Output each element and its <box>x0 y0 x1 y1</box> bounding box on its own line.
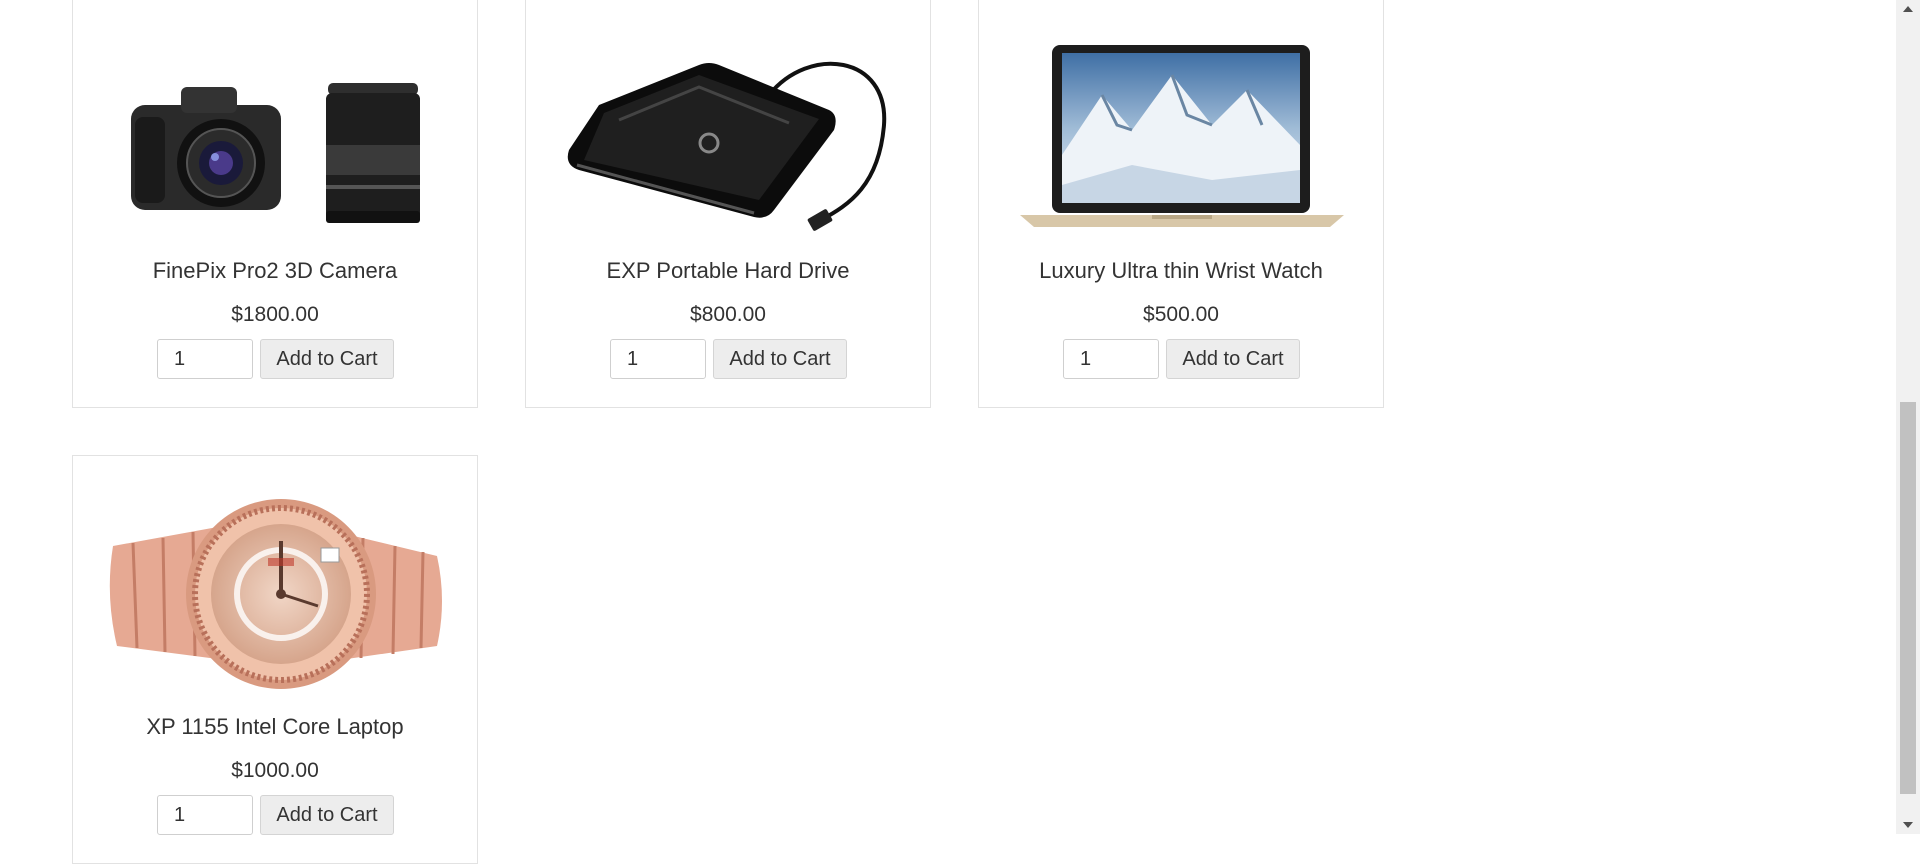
add-to-cart-button[interactable]: Add to Cart <box>260 795 394 835</box>
quantity-input[interactable] <box>610 339 706 379</box>
product-title[interactable]: Luxury Ultra thin Wrist Watch <box>979 258 1383 284</box>
product-price: $1000.00 <box>231 759 319 782</box>
add-to-cart-button[interactable]: Add to Cart <box>260 339 394 379</box>
camera-image[interactable] <box>103 30 449 240</box>
vertical-scrollbar[interactable] <box>1896 0 1920 834</box>
scrollbar-thumb[interactable] <box>1900 402 1916 794</box>
product-card: XP 1155 Intel Core Laptop $1000.00 Add t… <box>72 455 478 864</box>
product-card: FinePix Pro2 3D Camera $1800.00 Add to C… <box>72 0 478 408</box>
product-title[interactable]: FinePix Pro2 3D Camera <box>73 258 477 284</box>
product-price: $500.00 <box>1143 303 1219 326</box>
quantity-input[interactable] <box>1063 339 1159 379</box>
quantity-input[interactable] <box>157 795 253 835</box>
laptop-image[interactable] <box>1009 30 1355 240</box>
quantity-input[interactable] <box>157 339 253 379</box>
product-title[interactable]: XP 1155 Intel Core Laptop <box>73 714 477 740</box>
chevron-down-icon[interactable] <box>1896 816 1920 834</box>
watch-image[interactable] <box>103 486 449 696</box>
add-to-cart-button[interactable]: Add to Cart <box>713 339 847 379</box>
hard-drive-image[interactable] <box>556 30 902 240</box>
product-price: $1800.00 <box>231 303 319 326</box>
chevron-up-icon[interactable] <box>1896 0 1920 18</box>
add-to-cart-button[interactable]: Add to Cart <box>1166 339 1300 379</box>
product-card: EXP Portable Hard Drive $800.00 Add to C… <box>525 0 931 408</box>
product-card: Luxury Ultra thin Wrist Watch $500.00 Ad… <box>978 0 1384 408</box>
product-title[interactable]: EXP Portable Hard Drive <box>526 258 930 284</box>
product-price: $800.00 <box>690 303 766 326</box>
